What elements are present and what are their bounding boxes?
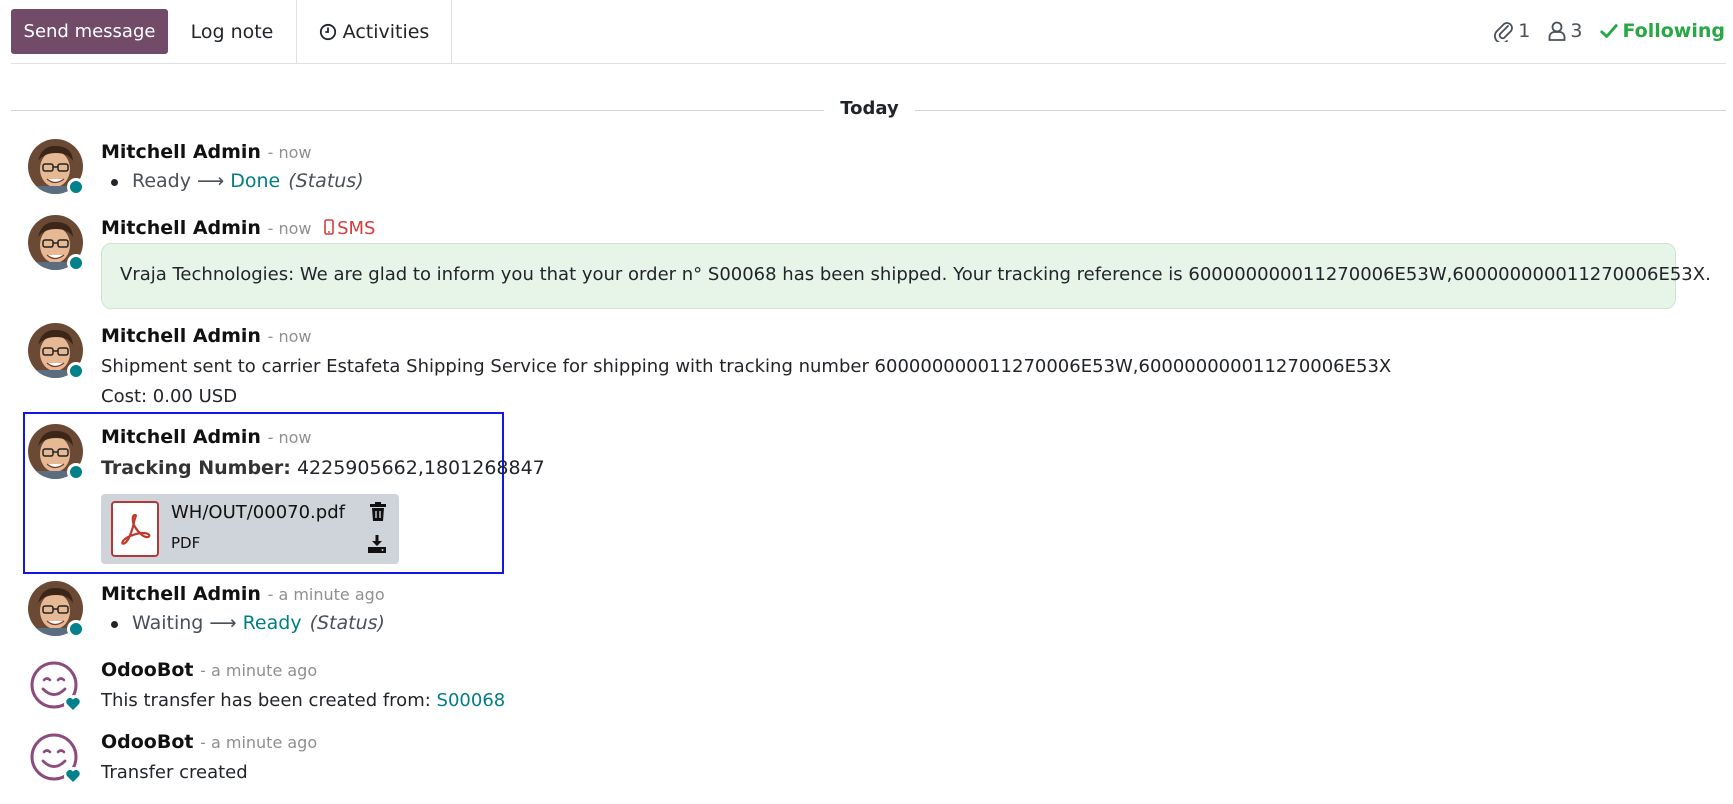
sms-label: SMS bbox=[337, 218, 376, 239]
message-date: - a minute ago bbox=[267, 585, 385, 604]
online-status-dot bbox=[67, 362, 85, 380]
tracking-old-value: Ready bbox=[132, 170, 191, 192]
list-bullet bbox=[111, 179, 118, 186]
tracking-field-name: (Status) bbox=[309, 612, 385, 634]
message-date: - a minute ago bbox=[200, 661, 318, 680]
avatar[interactable] bbox=[28, 323, 85, 380]
download-icon[interactable] bbox=[367, 534, 387, 554]
followers-count: 3 bbox=[1570, 20, 1583, 42]
list-bullet bbox=[111, 621, 118, 628]
activities-button[interactable]: Activities bbox=[297, 0, 452, 64]
tracking-number-line: Tracking Number: 4225905662,1801268847 bbox=[101, 457, 545, 479]
avatar[interactable] bbox=[28, 424, 85, 481]
arrow-right-icon: ⟶ bbox=[197, 170, 225, 192]
sms-badge: SMS bbox=[324, 218, 375, 239]
tracking-value-line: Waiting ⟶ Ready (Status) bbox=[132, 612, 385, 634]
user-icon bbox=[1548, 21, 1566, 41]
online-status-dot bbox=[67, 254, 85, 272]
separator-line-left bbox=[11, 110, 824, 111]
message-date: - now bbox=[267, 219, 312, 238]
message-date: - now bbox=[267, 428, 312, 447]
message-author[interactable]: OdooBot bbox=[101, 731, 193, 753]
tracking-value-line: Ready ⟶ Done (Status) bbox=[132, 170, 364, 192]
odoobot-avatar-icon[interactable] bbox=[28, 658, 83, 713]
attachments-button[interactable]: 1 bbox=[1494, 20, 1530, 42]
separator-line-right bbox=[915, 110, 1726, 111]
avatar[interactable] bbox=[28, 215, 85, 272]
following-label: Following bbox=[1622, 20, 1725, 42]
send-message-button[interactable]: Send message bbox=[11, 9, 168, 54]
message-author-line: OdooBot - a minute ago bbox=[101, 659, 317, 681]
message-date: - now bbox=[267, 327, 312, 346]
odoobot-avatar-icon[interactable] bbox=[28, 730, 83, 785]
online-status-dot bbox=[67, 178, 85, 196]
tracking-field-name: (Status) bbox=[288, 170, 364, 192]
message-date: - now bbox=[267, 143, 312, 162]
clock-icon bbox=[319, 23, 336, 41]
message-author-line: Mitchell Admin - now bbox=[101, 325, 311, 347]
message-author-line: Mitchell Admin - now bbox=[101, 426, 311, 448]
avatar[interactable] bbox=[28, 139, 85, 196]
tracking-number-value: 4225905662,1801268847 bbox=[296, 457, 545, 479]
message-body: This transfer has been created from: S00… bbox=[101, 690, 505, 711]
attachments-count: 1 bbox=[1518, 20, 1531, 42]
message-author-line: Mitchell Admin - a minute ago bbox=[101, 583, 385, 605]
trash-icon[interactable] bbox=[369, 502, 387, 522]
message-body-prefix: This transfer has been created from: bbox=[101, 690, 431, 711]
message-body: Transfer created bbox=[101, 762, 248, 783]
attachment-card[interactable]: WH/OUT/00070.pdf PDF bbox=[101, 494, 399, 564]
online-status-dot bbox=[67, 463, 85, 481]
avatar[interactable] bbox=[28, 581, 85, 638]
tracking-new-value: Ready bbox=[242, 612, 302, 634]
topbar-divider bbox=[11, 63, 1726, 64]
mobile-phone-icon bbox=[324, 219, 334, 235]
message-author-line: OdooBot - a minute ago bbox=[101, 731, 317, 753]
log-note-button[interactable]: Log note bbox=[168, 0, 297, 64]
sms-message-bubble: Vraja Technologies: We are glad to infor… bbox=[101, 243, 1711, 309]
sale-order-link[interactable]: S00068 bbox=[437, 690, 506, 711]
message-author-line: Mitchell Admin - now bbox=[101, 141, 311, 163]
paperclip-icon bbox=[1494, 22, 1514, 42]
message-author[interactable]: Mitchell Admin bbox=[101, 583, 261, 605]
followers-button[interactable]: 3 bbox=[1548, 20, 1582, 42]
tracking-new-value: Done bbox=[230, 170, 281, 192]
attachment-name[interactable]: WH/OUT/00070.pdf bbox=[171, 502, 345, 523]
message-body: Shipment sent to carrier Estafeta Shippi… bbox=[101, 356, 1392, 377]
message-date: - a minute ago bbox=[200, 733, 318, 752]
message-body-cost: Cost: 0.00 USD bbox=[101, 386, 238, 407]
message-author[interactable]: Mitchell Admin bbox=[101, 141, 261, 163]
tracking-number-label: Tracking Number: bbox=[101, 457, 291, 479]
pdf-file-icon bbox=[111, 501, 159, 557]
attachment-type: PDF bbox=[171, 534, 201, 552]
tracking-old-value: Waiting bbox=[132, 612, 204, 634]
message-author[interactable]: Mitchell Admin bbox=[101, 325, 261, 347]
message-author[interactable]: Mitchell Admin bbox=[101, 217, 261, 239]
message-author[interactable]: OdooBot bbox=[101, 659, 193, 681]
online-status-dot bbox=[67, 620, 85, 638]
message-author-line: Mitchell Admin - now SMS bbox=[101, 217, 375, 239]
message-author[interactable]: Mitchell Admin bbox=[101, 426, 261, 448]
date-separator: Today bbox=[840, 98, 899, 119]
check-icon bbox=[1600, 24, 1619, 38]
chatter-topbar: Send message Log note Activities 1 3 Fol… bbox=[0, 0, 1733, 64]
chatter-topbar-right: 1 3 Following bbox=[1494, 14, 1725, 48]
activities-label: Activities bbox=[342, 21, 430, 43]
arrow-right-icon: ⟶ bbox=[209, 612, 237, 634]
following-button[interactable]: Following bbox=[1600, 20, 1725, 42]
